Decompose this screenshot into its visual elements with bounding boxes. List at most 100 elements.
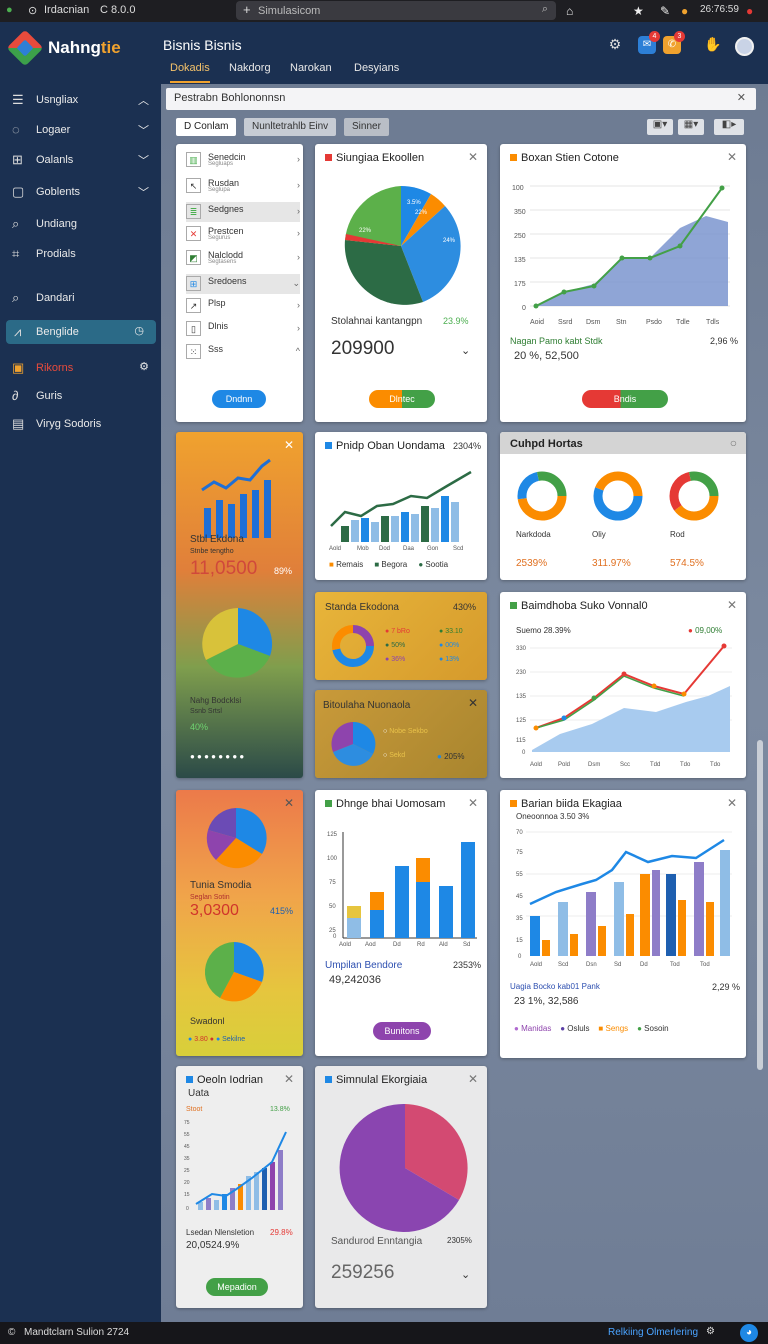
stack-value: 49,242036 (329, 974, 381, 986)
messages-icon[interactable]: ✆ 3 (663, 31, 685, 54)
legend-dot: ● (437, 752, 442, 761)
y-tick: 55 (184, 1132, 190, 1138)
list-item[interactable]: ↖ Rusdan Seglupa › (186, 176, 300, 196)
tab-3[interactable]: Desyians (354, 62, 399, 81)
bar (558, 902, 568, 956)
tab-title[interactable]: Irdacnian (44, 4, 89, 16)
gold-row: ○ Nobe Sekbo (383, 728, 428, 735)
x-tick: Mob (357, 546, 369, 552)
tab-0[interactable]: Dokadis (170, 62, 210, 83)
pen-icon[interactable]: ✎ (660, 4, 670, 18)
tab-1[interactable]: Nakdorg (229, 62, 271, 81)
tab-2[interactable]: Narokan (290, 62, 332, 81)
card-marker-icon (510, 602, 517, 609)
new-tab-icon[interactable]: + (243, 2, 251, 17)
list-item[interactable]: ≣ Sedgnes › (186, 202, 300, 222)
warning-icon[interactable]: ● (681, 4, 688, 18)
image-icon: ◩ (186, 250, 201, 265)
hand-icon[interactable]: ✋ (704, 36, 722, 54)
card-marker-icon (325, 154, 332, 161)
y-tick: 100 (512, 185, 524, 192)
chevron-down-icon[interactable]: ⌄ (461, 1268, 470, 1281)
pie-action-button[interactable]: Dlntec (369, 390, 435, 408)
list-item[interactable]: ⁙ Sss ^ (186, 342, 300, 362)
stack-action-button[interactable]: Bunitons (373, 1022, 431, 1040)
bar (391, 516, 399, 542)
list-item[interactable]: ✕ Prestcen Segurus › (186, 224, 300, 244)
toolbar-button-1[interactable]: D Conlam (176, 118, 237, 136)
view-more-icon[interactable]: ◧▸ (714, 119, 744, 135)
card-title: Bitoulaha Nuonaola (323, 700, 411, 711)
point (647, 255, 653, 261)
close-icon[interactable]: ✕ (468, 150, 478, 164)
settings-icon[interactable]: ⚙ (606, 36, 624, 54)
sidebar-item-1[interactable]: ◌ Logaer ﹀ (0, 118, 161, 142)
pin-icon[interactable]: ✕ (737, 91, 746, 104)
sidebar-item-5[interactable]: ⌗ Prodials (0, 242, 161, 266)
chat-bubble-icon[interactable]: ◕ (740, 1324, 758, 1342)
donut-label: Narkdoda (516, 530, 551, 539)
list-action-button[interactable]: Dndnn (212, 390, 266, 408)
notifications-icon[interactable]: ✉ 4 (638, 31, 660, 54)
sidebar-item-3[interactable]: ▢ Goblents ﹀ (0, 180, 161, 204)
close-window-icon[interactable]: ● (746, 4, 753, 18)
sidebar-item-0[interactable]: ☰ Usngliax ︿ (0, 88, 161, 112)
view-list-icon[interactable]: ▣▾ (647, 119, 673, 135)
home-icon[interactable]: ⌂ (566, 4, 573, 18)
sidebar-item-10[interactable]: ▤ Viryg Sodoris (0, 412, 161, 436)
toolbar-button-2[interactable]: Nunltetrahlb Einv (244, 118, 337, 136)
toggle-icon[interactable]: ○ (730, 436, 737, 450)
address-bar[interactable]: + Simulasicom ⌕ (236, 1, 556, 20)
list-item[interactable]: ▯ Dlnis › (186, 319, 300, 339)
x-tick: Aold (329, 546, 341, 552)
sidebar-item-9[interactable]: ∂ Guris (0, 384, 161, 408)
y-tick: 175 (514, 281, 526, 288)
list-item[interactable]: ↗ Plsp › (186, 296, 300, 316)
search-icon[interactable]: ⌕ (542, 3, 548, 16)
x-tick: Aoid (530, 319, 544, 326)
close-icon[interactable]: ✕ (468, 696, 478, 710)
menu-icon: ☰ (12, 92, 24, 107)
list-item[interactable]: ▥ Senedcin Segluaps › (186, 150, 300, 170)
pie-label: 3.5% (407, 200, 421, 206)
gear-icon[interactable]: ⚙ (139, 360, 149, 373)
sidebar-item-7[interactable]: ⩘ Benglide ◷ (6, 320, 156, 344)
star-icon[interactable]: ★ (633, 4, 644, 18)
color-legend: ● 3.80 ● ● Sekilne (188, 1036, 246, 1043)
scrollbar[interactable] (757, 740, 763, 1070)
brand-name: Nahngtie (48, 38, 121, 57)
small-action-button[interactable]: Mepadion (206, 1278, 268, 1296)
chevron-down-icon[interactable]: ⌄ (461, 344, 470, 357)
footer-right[interactable]: Relkiing Olmerlering (608, 1327, 698, 1338)
list-item[interactable]: ⊞ Sredoens ⌄ (186, 274, 300, 294)
status-bar: © Mandtclarn Sulion 2724 Relkiing Olmerl… (0, 1322, 768, 1344)
y-tick: 0 (333, 934, 337, 940)
sidebar-item-6[interactable]: ⌕ Dandari (0, 286, 161, 310)
bar (411, 514, 419, 542)
list-card: ▥ Senedcin Segluaps › ↖ Rusdan Seglupa › ≣ Sedg… (176, 144, 303, 422)
y-tick: 35 (184, 1156, 190, 1162)
avatar[interactable] (735, 37, 754, 56)
sidebar-item-2[interactable]: ⊞ Oalanls ﹀ (0, 148, 161, 172)
close-icon[interactable]: ✕ (727, 598, 737, 612)
toolbar-button-3[interactable]: Sinner (344, 118, 389, 136)
close-icon[interactable]: ✕ (468, 1072, 478, 1086)
close-icon[interactable]: ✕ (284, 1072, 294, 1086)
sidebar-item-8[interactable]: ▣ Rikorns ⚙ (0, 356, 161, 380)
list-item[interactable]: ◩ Nalclodd Segtasens › (186, 248, 300, 268)
line-action-button[interactable]: Bndis (582, 390, 668, 408)
gear-icon[interactable]: ⚙ (706, 1326, 715, 1337)
y-tick: 135 (514, 257, 526, 264)
gold-row: ○ Sekd (383, 752, 406, 759)
address-text: Simulasicom (258, 5, 321, 17)
close-icon[interactable]: ✕ (727, 150, 737, 164)
donut-label: Rod (670, 530, 685, 539)
close-icon[interactable]: ✕ (468, 796, 478, 810)
bar (439, 886, 453, 938)
legend: ● Manidas ● Osluls ■ Sengs ● Sosoin (514, 1024, 669, 1033)
view-grid-icon[interactable]: ▦▾ (678, 119, 704, 135)
close-icon[interactable]: ✕ (727, 796, 737, 810)
sidebar-item-4[interactable]: ⌕ Undiang (0, 212, 161, 236)
donut-value: 311.97% (592, 558, 631, 569)
pie-chart (206, 807, 267, 869)
